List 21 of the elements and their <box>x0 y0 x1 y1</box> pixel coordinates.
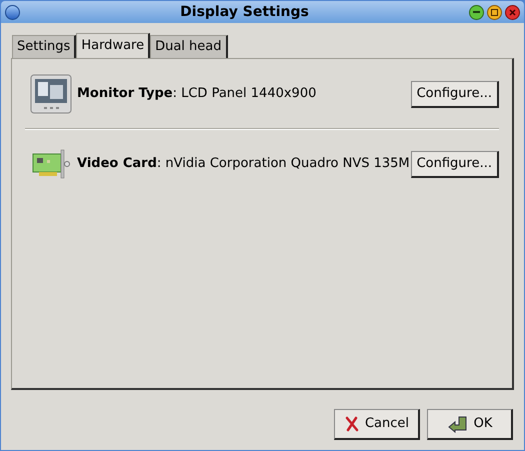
close-icon <box>344 416 360 432</box>
check-arrow-icon <box>446 415 469 433</box>
tab[interactable]: Settings <box>12 35 76 58</box>
configure-button[interactable]: Configure... <box>410 150 499 178</box>
minimize-icon <box>473 11 480 13</box>
expansion-card-icon <box>31 148 71 180</box>
maximize-icon <box>491 8 498 16</box>
cancel-button[interactable]: Cancel <box>334 409 420 440</box>
close-button[interactable] <box>505 4 520 20</box>
window-menu-icon[interactable] <box>5 4 20 20</box>
minimize-button[interactable] <box>469 4 484 20</box>
window-title: Display Settings <box>179 2 310 22</box>
tab[interactable]: Hardware <box>76 33 150 58</box>
close-icon <box>509 8 516 16</box>
hardware-info: Video Card: nVidia Corporation Quadro NVS 135M <box>77 155 411 174</box>
tab[interactable]: Dual head <box>150 35 228 58</box>
hardware-info: Monitor Type: LCD Panel 1440x900 <box>77 85 318 104</box>
maximize-button[interactable] <box>487 4 502 20</box>
configure-button[interactable]: Configure... <box>410 80 499 108</box>
ok-button[interactable]: OK <box>427 409 513 440</box>
monitor-icon <box>30 74 72 114</box>
